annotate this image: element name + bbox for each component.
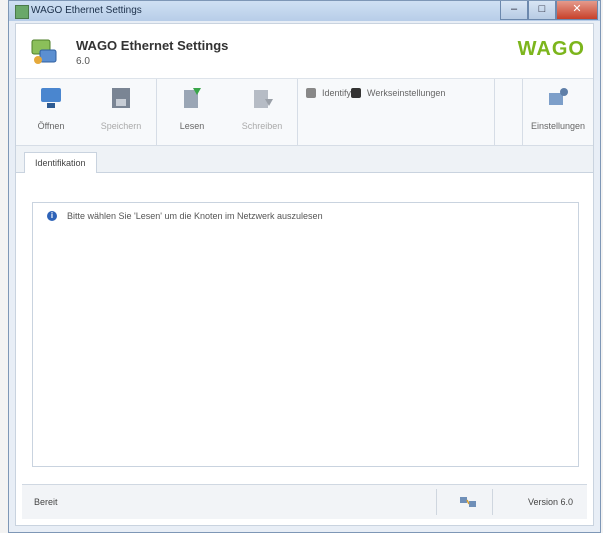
write-icon bbox=[254, 90, 273, 108]
info-icon: i bbox=[47, 211, 57, 221]
version-text: Version 6.0 bbox=[527, 497, 573, 507]
settings-button-label: Einstellungen bbox=[530, 121, 586, 131]
brand-logo: WAGO bbox=[517, 38, 585, 60]
factory-reset-item[interactable]: Werkseinstellungen bbox=[351, 85, 445, 101]
info-message: i Bitte wählen Sie 'Lesen' um die Knoten… bbox=[47, 211, 323, 221]
ribbon-group-file: Öffnen Speichern bbox=[16, 79, 157, 145]
identify-icon bbox=[306, 88, 316, 98]
read-button[interactable]: Lesen bbox=[157, 85, 227, 131]
status-separator bbox=[436, 489, 437, 515]
open-button-label: Öffnen bbox=[37, 121, 65, 131]
network-app-icon bbox=[31, 39, 57, 64]
app-window: WAGO Ethernet Settings – □ ✕ WAGO Ethern… bbox=[8, 0, 601, 533]
write-button[interactable]: Schreiben bbox=[227, 85, 297, 131]
network-connect-icon bbox=[41, 88, 61, 108]
title-bar: WAGO Ethernet Settings – □ ✕ bbox=[9, 1, 600, 21]
read-icon bbox=[184, 88, 201, 108]
window-title: WAGO Ethernet Settings bbox=[31, 5, 142, 16]
app-icon bbox=[15, 5, 29, 19]
factory-reset-label: Werkseinstellungen bbox=[367, 88, 446, 98]
tab-identification[interactable]: Identifikation bbox=[24, 152, 97, 173]
ribbon-spacer bbox=[495, 79, 523, 145]
factory-icon bbox=[351, 88, 362, 98]
status-separator-2 bbox=[492, 489, 493, 515]
settings-button[interactable]: Einstellungen bbox=[523, 85, 593, 131]
network-status-icon bbox=[460, 497, 476, 507]
open-button[interactable]: Öffnen bbox=[16, 85, 86, 131]
read-button-label: Lesen bbox=[179, 121, 205, 131]
save-button[interactable]: Speichern bbox=[86, 85, 156, 131]
identify-item[interactable]: Identify bbox=[306, 85, 351, 101]
status-bar: Bereit Version 6.0 bbox=[22, 484, 587, 519]
ribbon-group-device: Lesen Schreiben bbox=[157, 79, 298, 145]
minimize-button[interactable]: – bbox=[500, 1, 528, 20]
window-controls: – □ ✕ bbox=[500, 1, 598, 20]
maximize-button[interactable]: □ bbox=[528, 1, 556, 20]
client-area: WAGO Ethernet Settings 6.0 WAGO Öffnen S… bbox=[15, 23, 594, 526]
settings-icon bbox=[549, 88, 568, 105]
status-text: Bereit bbox=[34, 497, 58, 507]
save-button-label: Speichern bbox=[100, 121, 142, 131]
content-panel: i Bitte wählen Sie 'Lesen' um die Knoten… bbox=[32, 202, 579, 467]
tab-strip: Identifikation bbox=[16, 146, 593, 173]
product-name: WAGO Ethernet Settings bbox=[76, 38, 229, 53]
info-message-text: Bitte wählen Sie 'Lesen' um die Knoten i… bbox=[67, 211, 323, 221]
app-header: WAGO Ethernet Settings 6.0 WAGO bbox=[16, 24, 593, 79]
product-version: 6.0 bbox=[76, 56, 90, 67]
close-button[interactable]: ✕ bbox=[556, 1, 598, 20]
ribbon-group-settings: Einstellungen bbox=[523, 79, 593, 145]
save-icon bbox=[112, 88, 130, 108]
ribbon-toolbar: Öffnen Speichern Lesen Schreiben Identif… bbox=[16, 79, 593, 151]
write-button-label: Schreiben bbox=[241, 121, 283, 131]
ribbon-group-tools: Identify Werkseinstellungen bbox=[298, 79, 495, 151]
identify-label: Identify bbox=[322, 88, 352, 98]
